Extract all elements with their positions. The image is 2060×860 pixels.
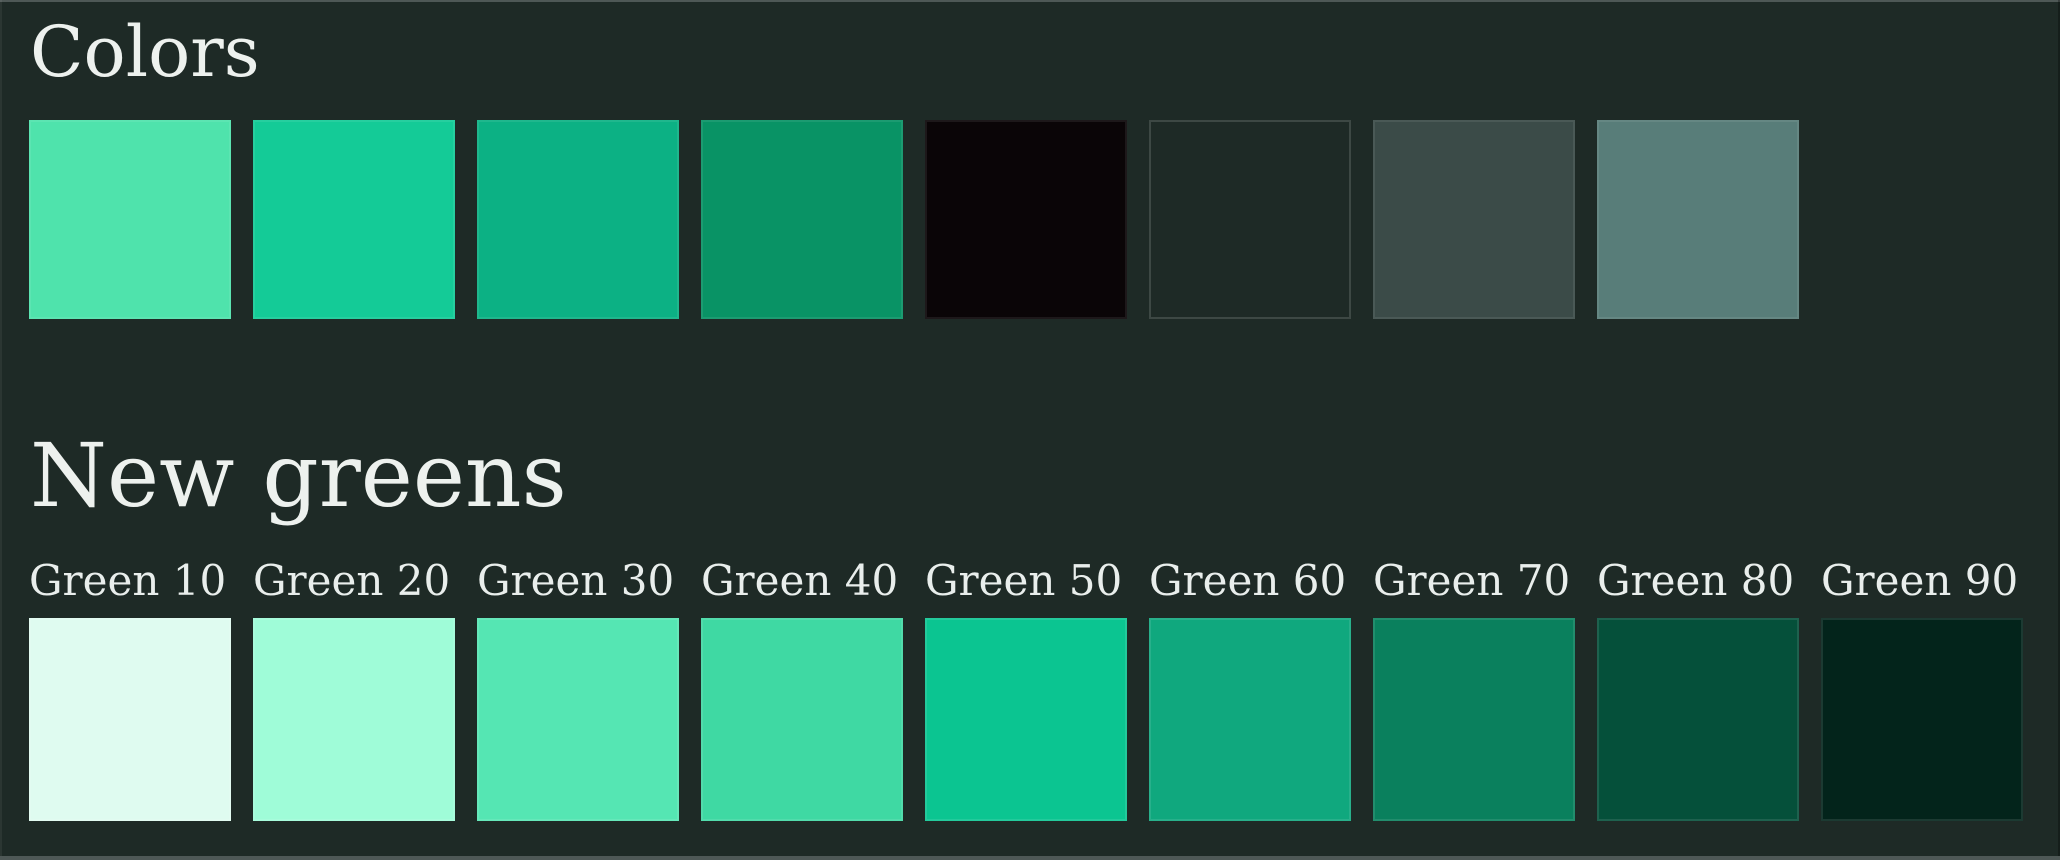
swatch-label: Green 90: [1821, 556, 2019, 605]
color-swatch: [925, 618, 1127, 821]
green-swatch-cell: Green 10: [29, 556, 231, 821]
swatch-label: Green 80: [1597, 556, 1795, 605]
green-swatch-cell: Green 80: [1597, 556, 1799, 821]
color-swatch: [1821, 618, 2023, 821]
new-greens-swatch-row: Green 10 Green 20 Green 30 Green 40 Green 50…: [29, 556, 2023, 821]
window-edge-bottom: [0, 856, 2060, 860]
swatch-label: Green 40: [701, 556, 899, 605]
green-swatch-cell: Green 50: [925, 556, 1127, 821]
green-swatch-cell: Green 40: [701, 556, 903, 821]
colors-swatch-row: [29, 120, 1799, 319]
green-swatch-cell: Green 70: [1373, 556, 1575, 821]
new-greens-section-title: New greens: [30, 424, 567, 527]
window-edge-left: [0, 0, 2, 860]
swatch-label: Green 20: [253, 556, 451, 605]
swatch-label: Green 70: [1373, 556, 1571, 605]
color-swatch: [1597, 618, 1799, 821]
color-swatch: [1149, 120, 1351, 319]
colors-section-title: Colors: [30, 11, 260, 93]
color-swatch: [29, 120, 231, 319]
color-swatch: [925, 120, 1127, 319]
swatch-label: Green 30: [477, 556, 675, 605]
color-palette-page: Colors New greens Green 10 Green 20 Green …: [0, 0, 2060, 860]
color-swatch: [1149, 618, 1351, 821]
color-swatch: [29, 618, 231, 821]
green-swatch-cell: Green 60: [1149, 556, 1351, 821]
color-swatch: [253, 120, 455, 319]
color-swatch: [701, 618, 903, 821]
window-edge-top: [0, 0, 2060, 2]
color-swatch: [1373, 618, 1575, 821]
green-swatch-cell: Green 90: [1821, 556, 2023, 821]
swatch-label: Green 10: [29, 556, 227, 605]
color-swatch: [1597, 120, 1799, 319]
swatch-label: Green 60: [1149, 556, 1347, 605]
swatch-label: Green 50: [925, 556, 1123, 605]
color-swatch: [477, 120, 679, 319]
green-swatch-cell: Green 20: [253, 556, 455, 821]
green-swatch-cell: Green 30: [477, 556, 679, 821]
color-swatch: [701, 120, 903, 319]
color-swatch: [253, 618, 455, 821]
color-swatch: [1373, 120, 1575, 319]
color-swatch: [477, 618, 679, 821]
